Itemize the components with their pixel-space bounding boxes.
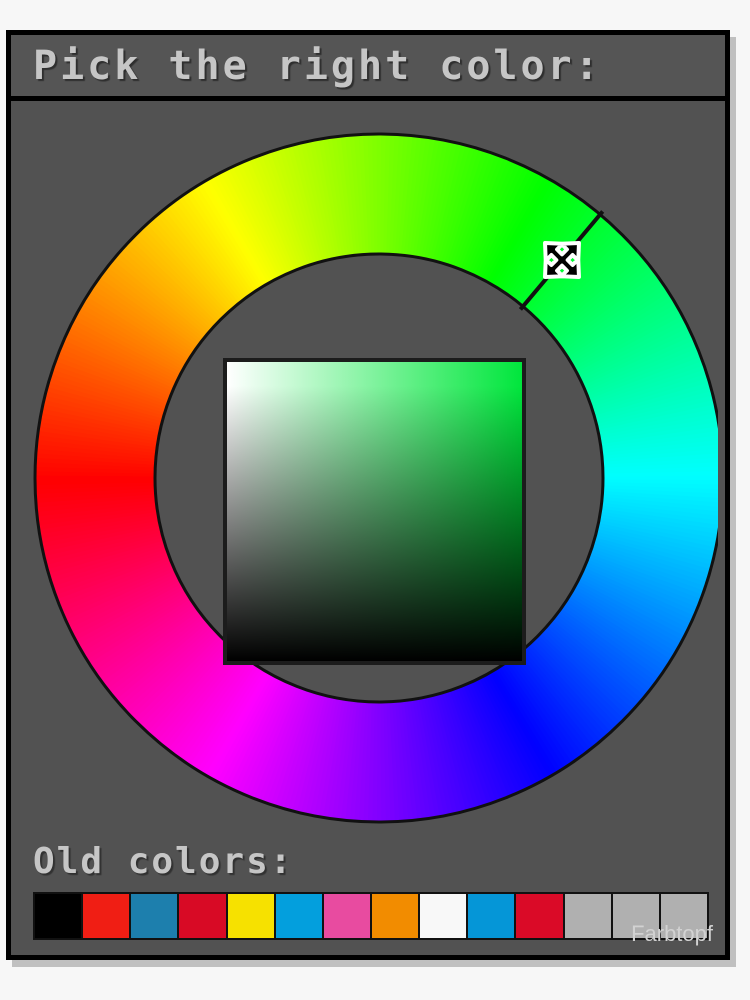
swatch-red-2[interactable]: [516, 894, 565, 938]
swatch-cyan-blue[interactable]: [275, 894, 324, 938]
swatch-orange[interactable]: [371, 894, 421, 938]
swatch-red[interactable]: [83, 894, 132, 938]
title-bar: Pick the right color:: [11, 35, 725, 101]
swatch-empty-1[interactable]: [564, 894, 613, 938]
page-title: Pick the right color:: [33, 42, 602, 89]
swatch-white[interactable]: [420, 894, 469, 938]
swatch-steel-blue[interactable]: [131, 894, 180, 938]
swatch-pink[interactable]: [323, 894, 372, 938]
swatch-yellow[interactable]: [227, 894, 276, 938]
swatch-crimson[interactable]: [179, 894, 228, 938]
saturation-value-square[interactable]: [223, 358, 526, 665]
watermark: Farbtopf: [631, 921, 713, 946]
swatch-black[interactable]: [35, 894, 84, 938]
picker-body: Old colors: Farbtopf: [11, 101, 725, 955]
old-colors-swatch-row[interactable]: [33, 892, 709, 940]
color-picker-window: Pick the right color: Old colors: Farbto…: [6, 30, 730, 960]
old-colors-label: Old colors:: [33, 841, 294, 882]
swatch-blue[interactable]: [468, 894, 517, 938]
